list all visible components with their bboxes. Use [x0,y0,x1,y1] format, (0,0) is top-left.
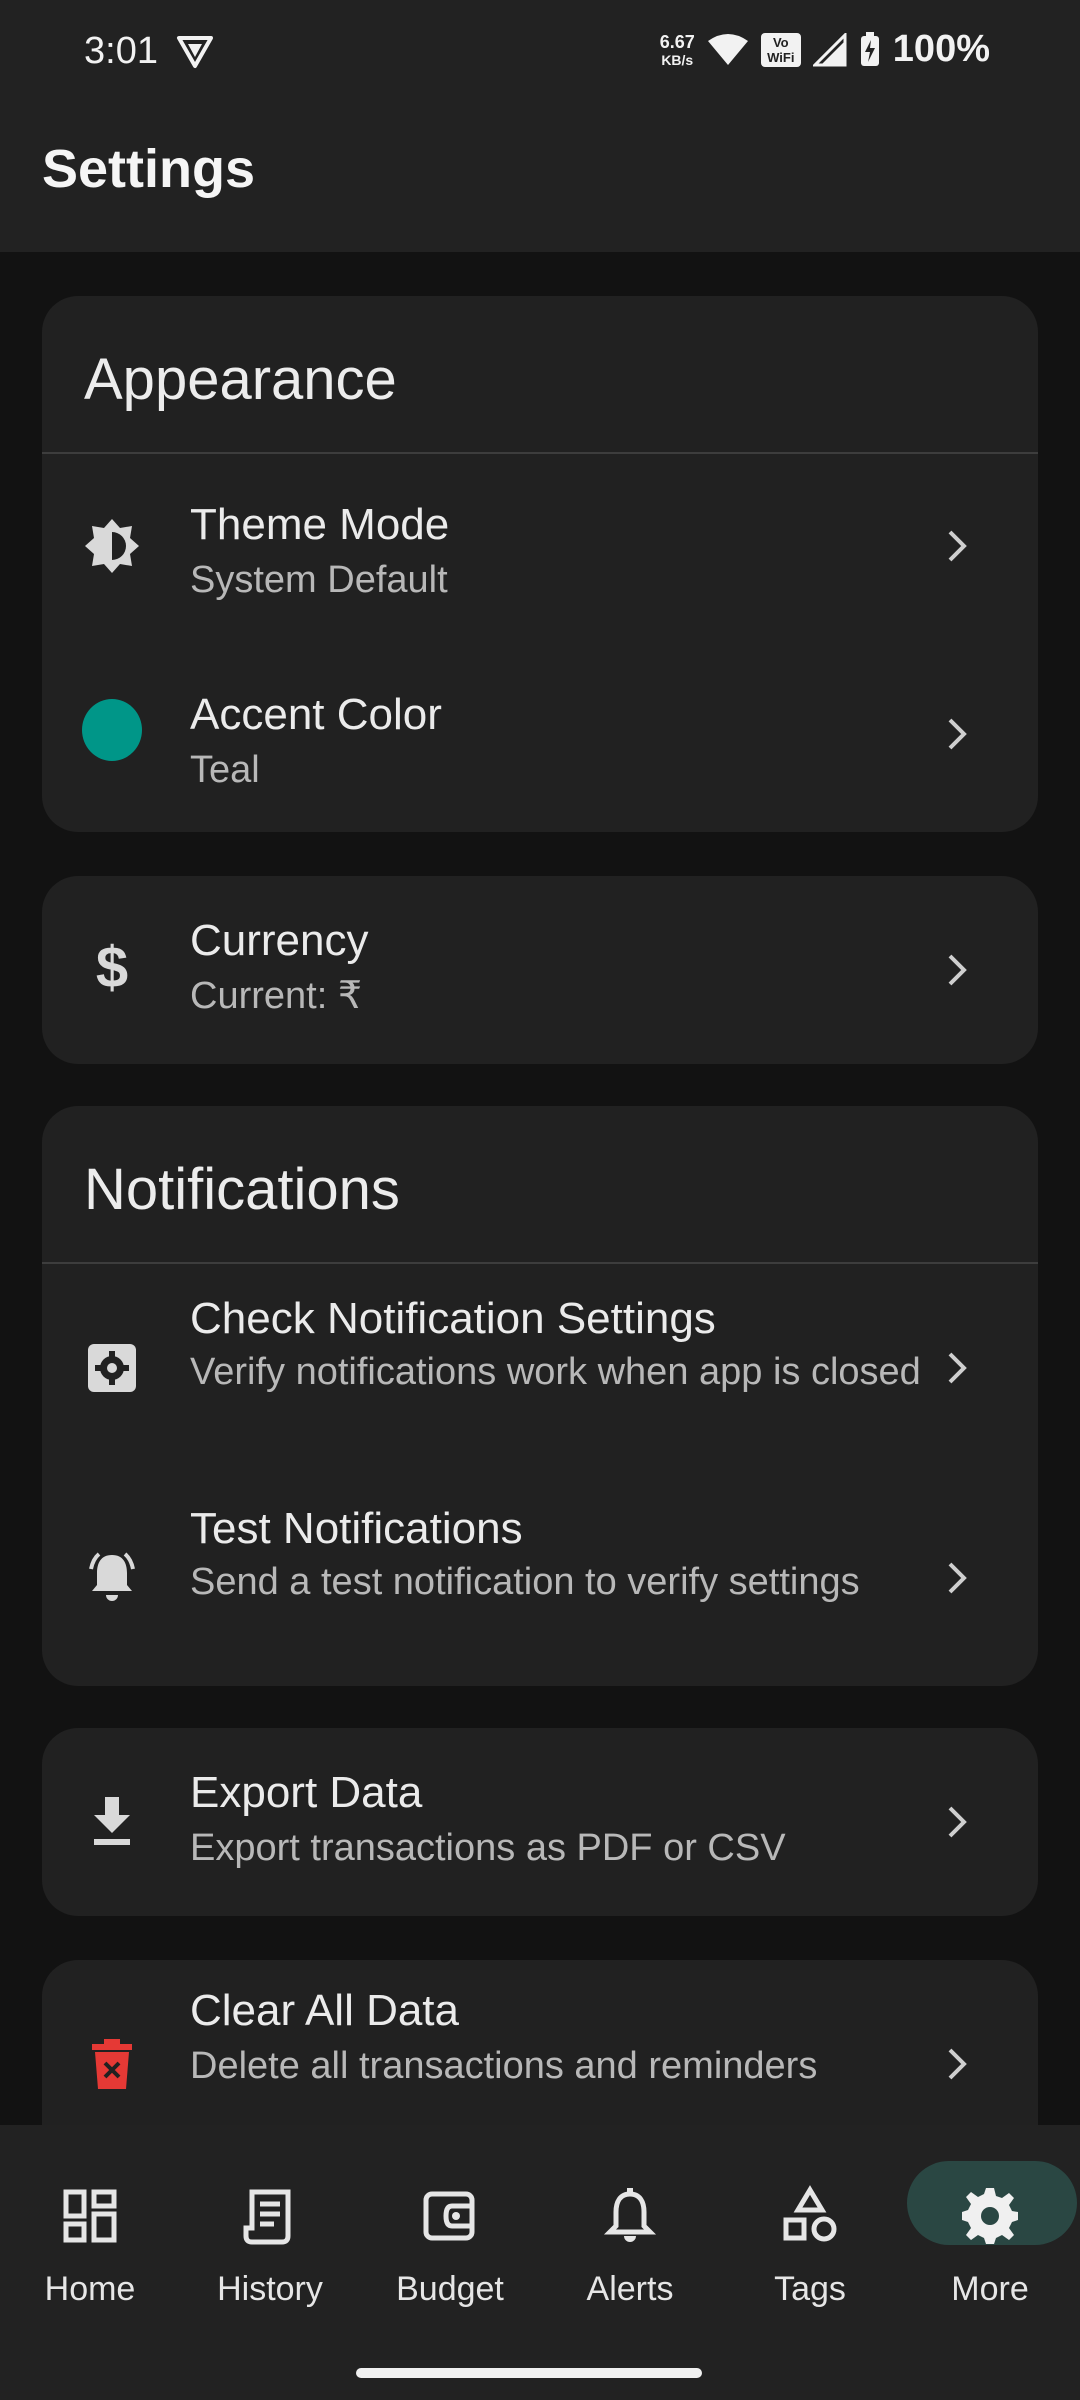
theme-mode-value: System Default [190,559,448,601]
section-title: Notifications [84,1157,400,1222]
chevron-right-icon [948,530,967,562]
chevron-right-icon [948,1352,967,1384]
nav-alerts[interactable]: Alerts [545,2160,715,2308]
page-title: Settings [42,139,256,199]
chevron-right-icon [948,1562,967,1594]
dollar-icon: $ [95,935,129,1000]
clear-all-data-desc: Delete all transactions and reminders [190,2045,818,2087]
export-data-row[interactable]: Export Data Export transactions as PDF o… [42,1728,1038,1916]
signal-icon [812,32,847,66]
currency-row[interactable]: $ Currency Current: ₹ [42,876,1038,1064]
nav-history[interactable]: History [185,2160,355,2308]
accent-color-row[interactable]: Accent Color Teal [42,644,1038,832]
notifications-header: Notifications [42,1106,1038,1264]
section-title: Appearance [84,347,397,412]
export-card: Export Data Export transactions as PDF o… [42,1728,1038,1916]
download-icon [82,1792,142,1852]
wifi-icon [707,33,748,65]
appearance-card: Appearance Theme Mode System Default Acc… [42,296,1038,832]
test-notifications-title: Test Notifications [190,1504,523,1553]
network-speed: 6.67 KB/s [659,31,695,68]
currency-card: $ Currency Current: ₹ [42,876,1038,1064]
brightness-icon [82,516,142,576]
nav-label: Home [44,2270,136,2308]
nav-tags[interactable]: Tags [725,2160,895,2308]
test-notifications-desc: Send a test notification to verify setti… [190,1561,860,1603]
nav-label: Tags [774,2270,846,2308]
nav-more[interactable]: More [905,2160,1075,2308]
bell-icon [603,2188,657,2242]
bottom-navigation: Home History Budget Alerts Tags More [0,2125,1080,2400]
wallet-icon [423,2191,475,2241]
receipt-icon [243,2189,291,2245]
notifications-card: Notifications Check Notification Setting… [42,1106,1038,1686]
accent-color-value: Teal [190,749,260,791]
check-notification-settings-row[interactable]: Check Notification Settings Verify notif… [42,1264,1038,1474]
status-time: 3:01 [84,30,158,72]
chevron-right-icon [948,1806,967,1838]
check-notification-title: Check Notification Settings [190,1294,716,1343]
nav-label: Budget [396,2270,504,2308]
dashboard-icon [63,2189,117,2243]
chevron-right-icon [948,718,967,750]
export-data-title: Export Data [190,1768,423,1817]
trash-icon [82,2034,142,2094]
nav-budget[interactable]: Budget [365,2160,535,2308]
nav-label: More [951,2270,1029,2308]
clear-all-data-title: Clear All Data [190,1986,460,2035]
gear-icon [962,2188,1018,2244]
accent-swatch-icon [82,699,142,761]
currency-title: Currency [190,916,369,965]
battery-percent: 100% [892,28,990,70]
nav-label: Alerts [586,2270,674,2308]
bell-ring-icon [82,1548,142,1608]
home-indicator[interactable] [356,2368,702,2378]
accent-color-title: Accent Color [190,690,442,739]
appearance-header: Appearance [42,296,1038,454]
chevron-right-icon [948,954,967,986]
vpn-shield-icon [177,36,213,68]
nav-home[interactable]: Home [5,2160,175,2308]
app-bar: Settings [0,100,1080,252]
status-bar: 3:01 6.67 KB/s Vo WiFi 100% [0,0,1080,100]
theme-mode-title: Theme Mode [190,500,450,549]
theme-mode-row[interactable]: Theme Mode System Default [42,454,1038,644]
vowifi-icon: Vo WiFi [760,32,801,67]
settings-box-icon [82,1338,142,1398]
export-data-desc: Export transactions as PDF or CSV [190,1827,786,1869]
currency-value: Current: ₹ [190,975,363,1017]
chevron-right-icon [948,2048,967,2080]
check-notification-desc: Verify notifications work when app is cl… [190,1351,921,1393]
shapes-icon [783,2185,837,2242]
nav-label: History [217,2270,323,2308]
test-notifications-row[interactable]: Test Notifications Send a test notificat… [42,1474,1038,1686]
battery-icon [860,31,879,66]
